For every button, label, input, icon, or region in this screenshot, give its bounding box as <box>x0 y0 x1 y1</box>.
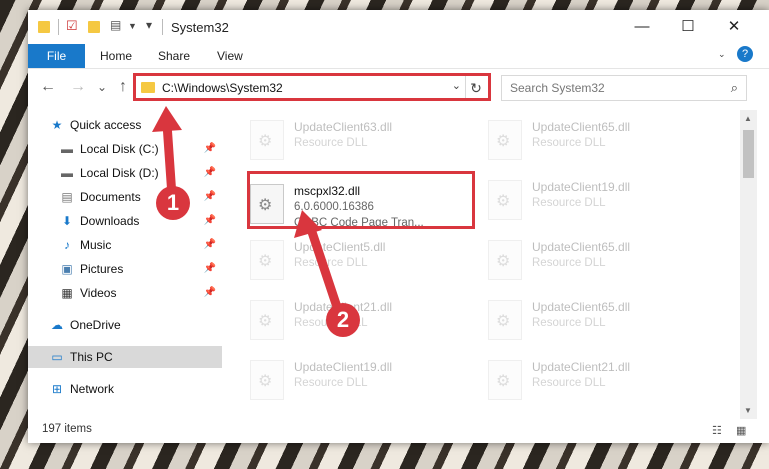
step-2-badge: 2 <box>326 303 360 337</box>
arrow-1-head <box>152 106 182 132</box>
step-1-badge: 1 <box>156 186 190 220</box>
arrow-2-shaft <box>305 221 343 315</box>
annotation-arrows <box>152 106 343 315</box>
arrow-2-head <box>294 210 322 238</box>
